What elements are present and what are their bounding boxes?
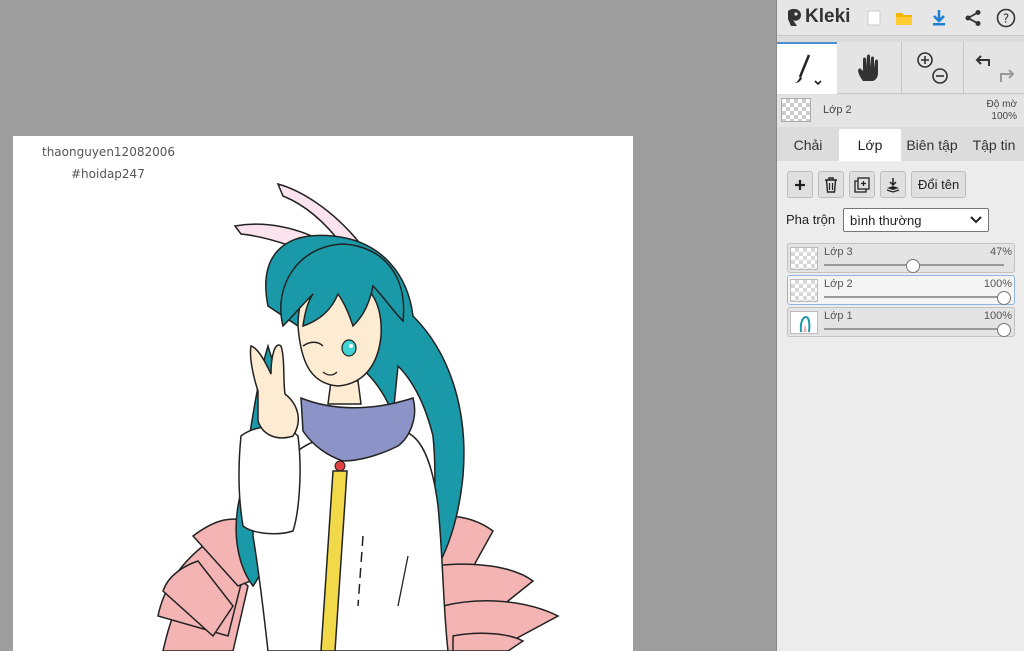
drawing-canvas[interactable]: thaonguyen12082006 #hoidap247 — [13, 136, 633, 651]
undo-redo-icon — [975, 55, 1014, 82]
chevron-down-icon — [970, 216, 982, 224]
layer-thumbnail — [790, 247, 818, 270]
layer-item-selected[interactable]: Lớp 2 100% — [787, 275, 1015, 305]
opacity-label: Độ mờ — [986, 99, 1017, 110]
current-layer-info: Lớp 2 Độ mờ 100% — [777, 95, 1024, 127]
side-panel: Kleki ? Lớp 2 Độ mờ 100% Chải Lớp Biên t… — [776, 0, 1024, 651]
layer-item[interactable]: Lớp 3 47% — [787, 243, 1015, 273]
duplicate-icon — [854, 176, 870, 193]
brush-tool-button[interactable] — [777, 42, 837, 94]
opacity-slider-knob[interactable] — [906, 259, 920, 273]
layer-actions: Đổi tên — [787, 171, 967, 198]
current-layer-opacity: Độ mờ 100% — [987, 99, 1017, 123]
opacity-slider-track[interactable] — [824, 328, 1004, 330]
tab-layers[interactable]: Lớp — [839, 129, 901, 161]
opacity-slider-knob[interactable] — [997, 323, 1011, 337]
layer-opacity: 100% — [983, 278, 1012, 290]
open-folder-icon[interactable] — [891, 5, 917, 31]
layer-opacity: 100% — [983, 310, 1012, 322]
tab-edit[interactable]: Biên tập — [901, 129, 963, 161]
kleki-logo-icon — [788, 8, 801, 26]
layer-item[interactable]: Lớp 1 100% — [787, 307, 1015, 337]
layer-opacity: 47% — [989, 246, 1012, 258]
signature-username: thaonguyen12082006 — [42, 145, 176, 159]
trash-icon — [825, 176, 837, 193]
sleeve — [238, 425, 301, 535]
current-layer-thumbnail — [781, 98, 811, 122]
plus-icon — [795, 179, 805, 190]
panel-tabs: Chải Lớp Biên tập Tập tin — [777, 129, 1024, 161]
app-logo[interactable]: Kleki — [785, 6, 850, 28]
tab-file[interactable]: Tập tin — [963, 129, 1024, 161]
tab-brush[interactable]: Chải — [777, 129, 839, 161]
layers-panel: Đổi tên Pha trộn bình thường Lớp 3 47% L… — [777, 161, 1024, 651]
download-icon[interactable] — [926, 5, 952, 31]
zoom-tool-button[interactable] — [901, 42, 963, 94]
app-root: thaonguyen12082006 #hoidap247 Kleki ? Lớ… — [0, 0, 1024, 651]
hand-tool-button[interactable] — [837, 42, 901, 94]
add-layer-button[interactable] — [787, 171, 813, 198]
rename-layer-button[interactable]: Đổi tên — [911, 171, 967, 198]
collar-button — [334, 460, 346, 472]
merge-down-button[interactable] — [880, 171, 906, 198]
undo-redo-button[interactable] — [963, 42, 1024, 94]
duplicate-layer-button[interactable] — [849, 171, 875, 198]
opacity-slider-knob[interactable] — [997, 291, 1011, 305]
merge-down-icon — [886, 177, 900, 193]
opacity-slider-track[interactable] — [824, 296, 1004, 298]
layer-thumbnail — [790, 311, 818, 334]
layer-name: Lớp 2 — [824, 278, 853, 290]
layer-name: Lớp 1 — [824, 310, 853, 322]
zoom-in-out-icon — [916, 52, 948, 84]
artwork — [157, 182, 560, 651]
layer-thumbnail — [790, 279, 818, 302]
svg-text:?: ? — [1003, 12, 1009, 26]
opacity-value: 100% — [991, 111, 1017, 122]
blend-mode-select[interactable]: bình thường — [843, 208, 989, 232]
drawing-stage[interactable]: thaonguyen12082006 #hoidap247 — [0, 0, 776, 651]
hand-icon — [858, 54, 878, 81]
tool-row — [777, 42, 1024, 94]
current-layer-name: Lớp 2 — [823, 104, 852, 116]
blend-mode-label: Pha trộn — [786, 212, 836, 227]
app-name: Kleki — [805, 6, 851, 27]
share-icon[interactable] — [960, 5, 986, 31]
layer-name: Lớp 3 — [824, 246, 853, 258]
help-icon[interactable]: ? — [993, 5, 1019, 31]
open-eye — [341, 339, 357, 357]
new-file-icon[interactable] — [861, 5, 887, 31]
blend-mode-value: bình thường — [850, 212, 922, 228]
delete-layer-button[interactable] — [818, 171, 844, 198]
top-toolbar: Kleki ? — [777, 0, 1024, 36]
signature-hashtag: #hoidap247 — [71, 167, 145, 181]
brush-icon — [795, 54, 822, 86]
